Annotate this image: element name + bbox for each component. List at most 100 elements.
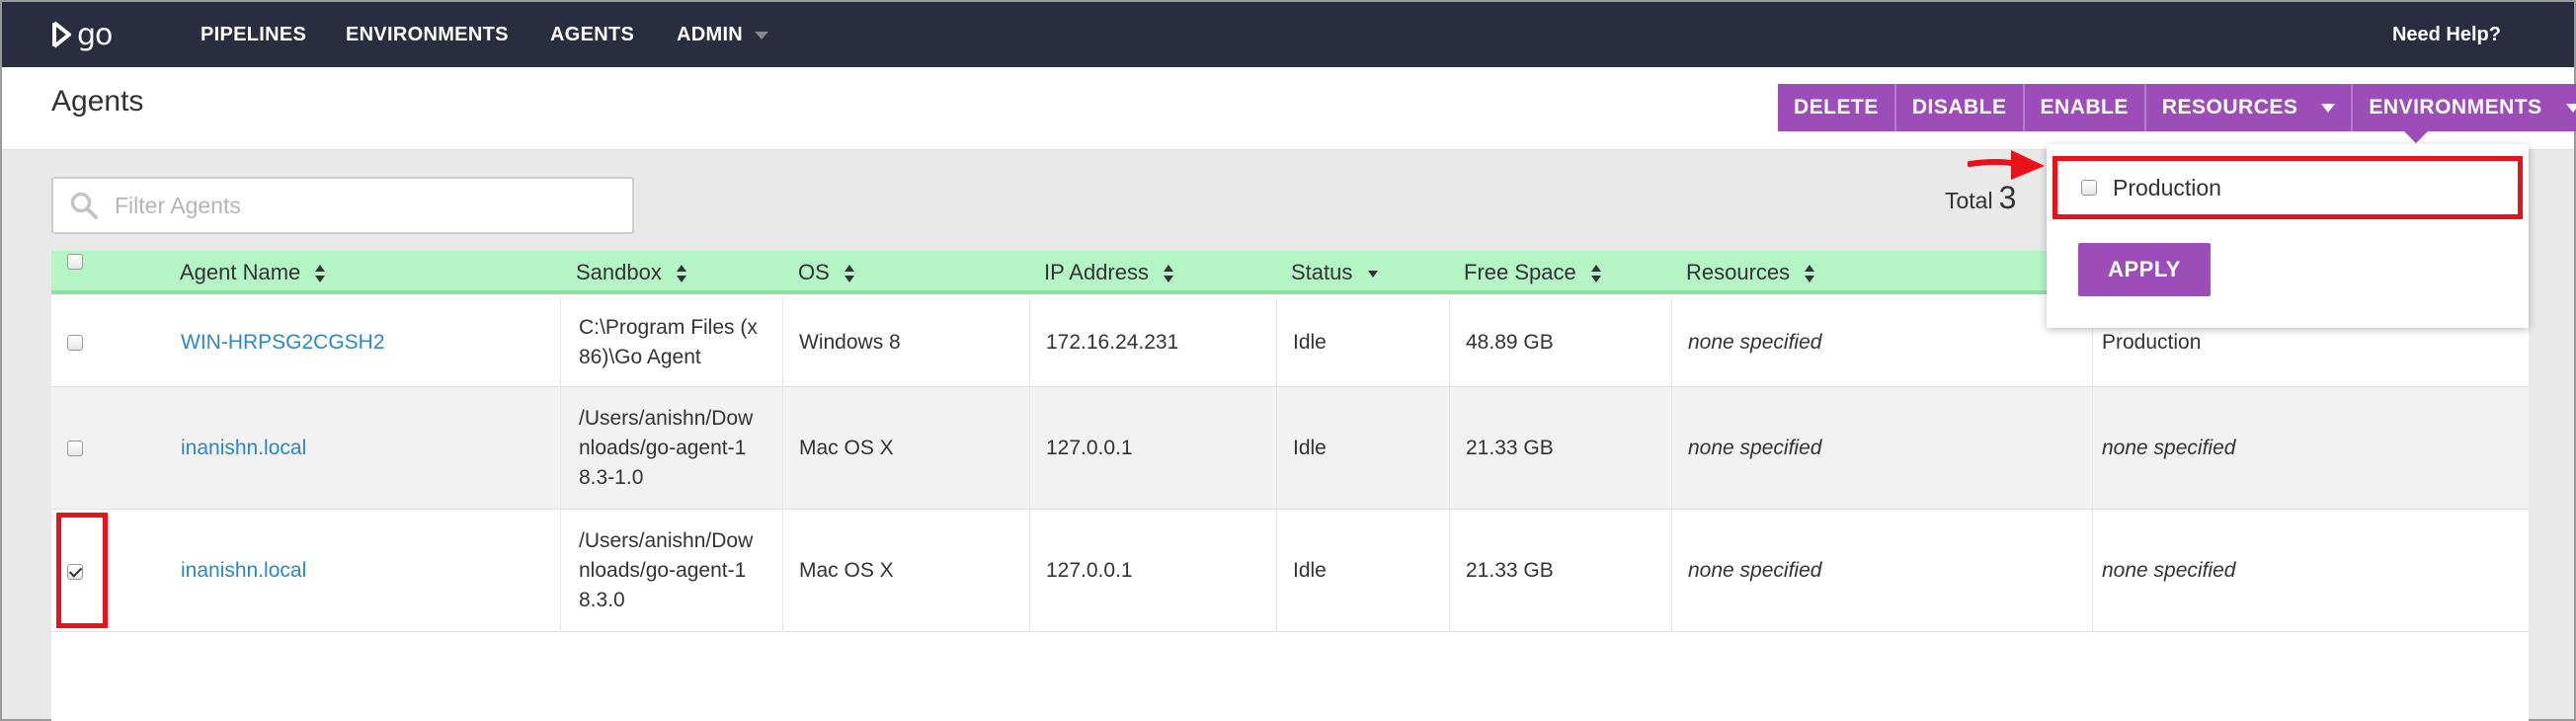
row-checkbox[interactable] (67, 335, 83, 351)
header-ip-address-label: IP Address (1044, 260, 1149, 284)
sandbox-line: C:\Program Files (x (579, 316, 758, 339)
sort-icon (676, 265, 686, 283)
free-space-cell: 21.33 GB (1466, 437, 1554, 459)
header-status-label: Status (1291, 260, 1353, 284)
dropdown-pointer (2404, 131, 2428, 143)
enable-button[interactable]: ENABLE (2024, 84, 2146, 131)
sandbox-cell: /Users/anishn/Dow nloads/go-agent-1 8.3.… (579, 526, 753, 615)
nav-admin[interactable]: ADMIN (677, 2, 769, 67)
column-divider (1449, 387, 1450, 510)
column-divider (782, 298, 783, 387)
environment-option-production[interactable]: Production (2053, 156, 2523, 219)
status-cell: Idle (1293, 559, 1327, 582)
free-space-cell: 48.89 GB (1466, 331, 1554, 354)
sort-icon (1164, 265, 1174, 283)
sort-icon (844, 265, 854, 283)
column-divider (1276, 298, 1277, 387)
header-free-space[interactable]: Free Space (1464, 251, 1602, 294)
header-status[interactable]: Status (1291, 251, 1379, 294)
row-checkbox[interactable] (67, 441, 83, 456)
apply-button-label: APPLY (2108, 257, 2181, 281)
sort-icon (1805, 265, 1815, 283)
column-divider (1671, 387, 1672, 510)
delete-button-label: DELETE (1794, 96, 1879, 119)
need-help-link[interactable]: Need Help? (2392, 2, 2501, 67)
column-divider (1029, 510, 1030, 632)
resources-cell: none specified (1688, 331, 1822, 354)
agent-name-link[interactable]: inanishn.local (181, 556, 306, 586)
total-label: Total (1945, 188, 1993, 213)
ip-cell: 172.16.24.231 (1046, 331, 1179, 354)
column-divider (560, 510, 561, 632)
resources-button-label: RESOURCES (2161, 96, 2298, 119)
sort-icon (1590, 265, 1601, 283)
environments-dropdown: Production APPLY (2047, 144, 2529, 328)
arrow-right-icon (1968, 150, 2045, 180)
total-count: Total 3 (1945, 180, 2016, 216)
environments-cell: none specified (2102, 559, 2236, 582)
column-divider (1276, 387, 1277, 510)
agent-name-link[interactable]: inanishn.local (181, 434, 306, 463)
os-cell: Mac OS X (799, 559, 894, 582)
column-divider (2092, 387, 2093, 510)
column-divider (1029, 387, 1030, 510)
sandbox-line: 86)\Go Agent (579, 346, 701, 368)
resources-button[interactable]: RESOURCES (2145, 84, 2354, 131)
column-divider (782, 510, 783, 632)
ip-cell: 127.0.0.1 (1046, 559, 1133, 582)
column-divider (1029, 298, 1030, 387)
delete-button[interactable]: DELETE (1778, 84, 1896, 131)
nav-agents[interactable]: AGENTS (550, 2, 634, 67)
column-divider (1671, 298, 1672, 387)
environment-checkbox[interactable] (2081, 180, 2097, 196)
environments-cell: none specified (2102, 437, 2236, 459)
header-os-label: OS (798, 260, 830, 284)
caret-down-icon (2565, 103, 2576, 113)
sort-desc-icon (1367, 271, 1378, 279)
header-sandbox-label: Sandbox (576, 260, 662, 284)
column-divider (560, 298, 561, 387)
nav-environments[interactable]: ENVIRONMENTS (346, 2, 509, 67)
disable-button-label: DISABLE (1911, 96, 2007, 119)
resources-cell: none specified (1688, 437, 1822, 459)
resources-cell: none specified (1688, 559, 1822, 582)
total-value: 3 (1998, 180, 2017, 215)
header-ip-address[interactable]: IP Address (1044, 251, 1174, 294)
environments-button-label: ENVIRONMENTS (2369, 96, 2542, 119)
top-nav: go PIPELINES ENVIRONMENTS AGENTS ADMIN N… (2, 2, 2574, 67)
agent-name-link[interactable]: WIN-HRPSG2CGSH2 (181, 328, 385, 358)
sandbox-line: 8.3.0 (579, 589, 625, 611)
page-title: Agents (51, 85, 144, 118)
environments-cell: Production (2102, 331, 2202, 354)
environment-option-label: Production (2113, 174, 2221, 200)
header-resources[interactable]: Resources (1686, 251, 1815, 294)
agent-actions: DELETE DISABLE ENABLE RESOURCES ENVIRONM… (1778, 84, 2576, 131)
chevron-down-icon (755, 31, 769, 40)
go-logo[interactable]: go (51, 16, 121, 53)
apply-button[interactable]: APPLY (2078, 243, 2211, 296)
column-divider (1276, 510, 1277, 632)
column-divider (782, 387, 783, 510)
environments-button[interactable]: ENVIRONMENTS (2353, 84, 2576, 131)
go-logo-icon (52, 21, 71, 48)
os-cell: Mac OS X (799, 437, 894, 459)
sandbox-line: /Users/anishn/Dow (579, 529, 754, 552)
sandbox-cell: C:\Program Files (x 86)\Go Agent (579, 313, 758, 372)
filter-agents-input[interactable] (115, 192, 589, 219)
select-all-checkbox[interactable] (67, 254, 83, 270)
table-row: inanishn.local /Users/anishn/Dow nloads/… (51, 387, 2529, 510)
header-agent-name[interactable]: Agent Name (180, 251, 326, 294)
column-divider (1449, 298, 1450, 387)
highlight-box (56, 513, 108, 628)
header-os[interactable]: OS (798, 251, 855, 294)
logo-text: go (77, 17, 113, 52)
header-sandbox[interactable]: Sandbox (576, 251, 687, 294)
os-cell: Windows 8 (799, 331, 901, 354)
header-free-space-label: Free Space (1464, 260, 1576, 284)
free-space-cell: 21.33 GB (1466, 559, 1554, 582)
ip-cell: 127.0.0.1 (1046, 437, 1133, 459)
disable-button[interactable]: DISABLE (1895, 84, 2025, 131)
table-row: inanishn.local /Users/anishn/Dow nloads/… (51, 510, 2529, 632)
sort-icon (315, 265, 326, 283)
nav-pipelines[interactable]: PIPELINES (201, 2, 306, 67)
